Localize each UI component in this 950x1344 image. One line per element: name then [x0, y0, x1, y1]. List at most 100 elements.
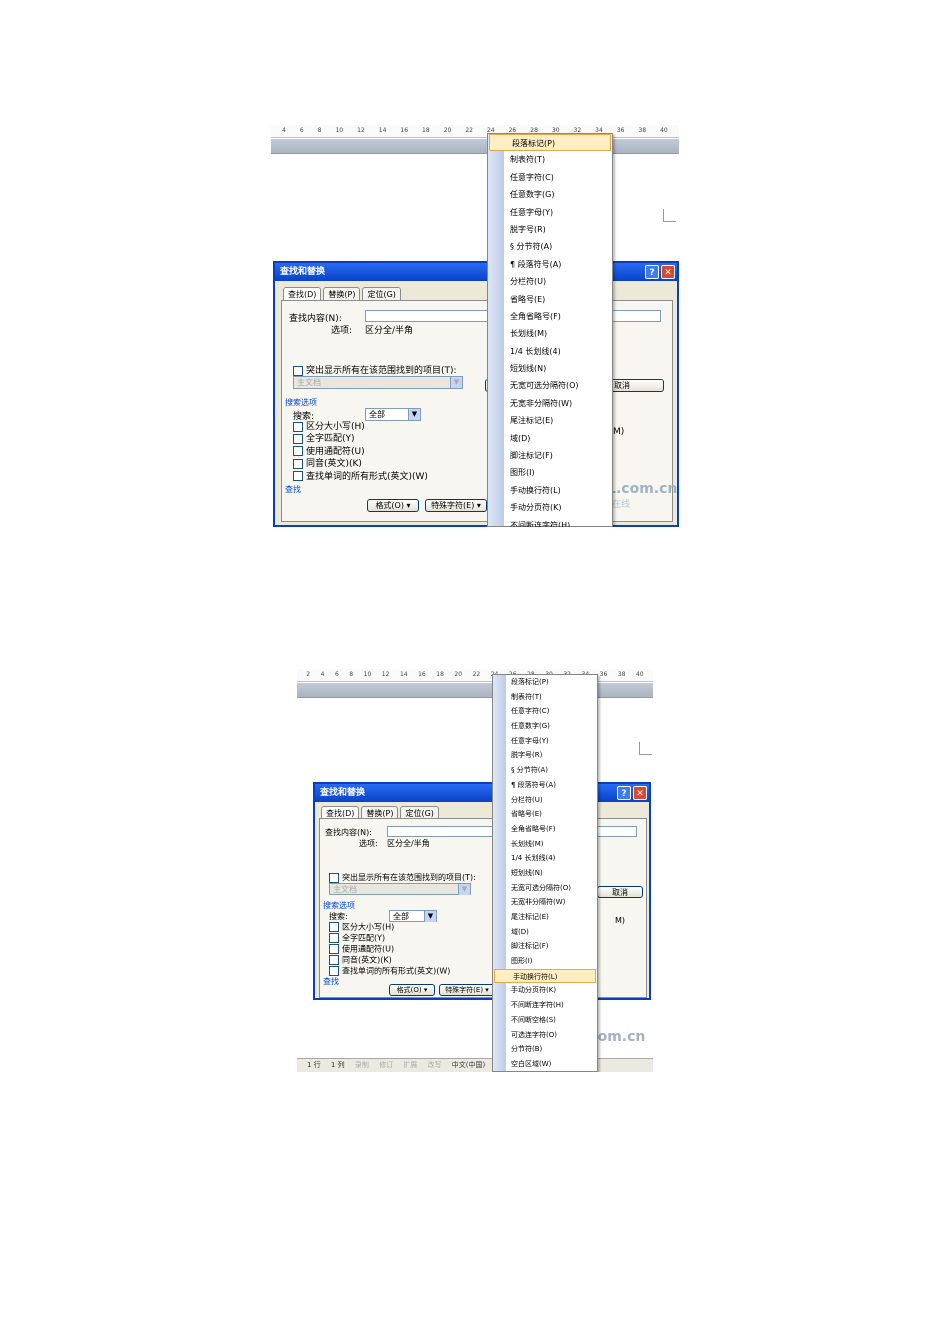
menu-item[interactable]: 脚注标记(F) [488, 447, 612, 464]
status-trk[interactable]: 修订 [379, 1061, 393, 1069]
toolbar-band [297, 683, 653, 698]
menu-item[interactable]: 脱字号(R) [488, 221, 612, 238]
menu-item[interactable]: 段落标记(P) [493, 675, 597, 690]
menu-item[interactable]: 制表符(T) [493, 690, 597, 705]
menu-item[interactable]: 省略号(E) [488, 291, 612, 308]
format-button[interactable]: 格式(O) ▾ [367, 499, 419, 512]
menu-item[interactable]: 分栏符(U) [493, 793, 597, 808]
cancel-button[interactable]: 取消 [597, 886, 643, 898]
menu-item[interactable]: 图形(I) [493, 954, 597, 969]
ruler-tick: 16 [418, 671, 426, 678]
close-icon[interactable]: ✕ [661, 265, 675, 279]
menu-item[interactable]: 域(D) [493, 925, 597, 940]
menu-item[interactable]: 脚注标记(F) [493, 939, 597, 954]
match-case-option[interactable]: 区分大小写(H) [329, 922, 450, 933]
menu-item[interactable]: 任意字母(Y) [493, 734, 597, 749]
search-direction-dropdown[interactable]: 全部 ▼ [389, 910, 437, 922]
menu-item[interactable]: 长划线(M) [488, 325, 612, 342]
menu-item[interactable]: 手动分页符(K) [493, 983, 597, 998]
menu-item[interactable]: 全角省略号(F) [488, 308, 612, 325]
menu-item[interactable]: ¶ 段落符号(A) [488, 256, 612, 273]
menu-item[interactable]: 手动换行符(L) [494, 968, 596, 984]
menu-item[interactable]: 尾注标记(E) [493, 910, 597, 925]
checkbox[interactable] [293, 458, 303, 469]
find-section-title: 查找 [285, 485, 301, 494]
highlight-checkbox[interactable] [329, 872, 339, 883]
tab-find[interactable]: 查找(D) [283, 287, 322, 301]
highlight-option[interactable]: 突出显示所有在该范围找到的项目(T): [293, 363, 457, 376]
highlight-checkbox[interactable] [293, 365, 303, 376]
search-direction-dropdown[interactable]: 全部 ▼ [365, 408, 421, 421]
menu-item[interactable]: 任意字母(Y) [488, 204, 612, 221]
word-forms-option[interactable]: 查找单词的所有形式(英文)(W) [329, 966, 450, 977]
menu-item[interactable]: 短划线(N) [493, 866, 597, 881]
status-ext[interactable]: 扩展 [403, 1061, 417, 1069]
menu-item[interactable]: 图形(I) [488, 464, 612, 481]
close-icon[interactable]: ✕ [633, 786, 647, 800]
menu-item[interactable]: 分栏符(U) [488, 273, 612, 290]
sounds-like-option[interactable]: 同音(英文)(K) [329, 955, 450, 966]
menu-item[interactable]: § 分节符(A) [493, 763, 597, 778]
status-rec[interactable]: 录制 [355, 1061, 369, 1069]
menu-item[interactable]: 分节符(B) [493, 1042, 597, 1057]
menu-item[interactable]: 长划线(M) [493, 837, 597, 852]
highlight-option[interactable]: 突出显示所有在该范围找到的项目(T): [329, 872, 476, 883]
menu-item[interactable]: 脱字号(R) [493, 748, 597, 763]
scope-dropdown[interactable]: 主文档 ▼ [293, 376, 463, 389]
dialog-title-bar: 查找和替换 ? ✕ [275, 263, 677, 281]
menu-item[interactable]: 无宽非分隔符(W) [488, 395, 612, 412]
menu-item[interactable]: 尾注标记(E) [488, 412, 612, 429]
menu-item[interactable]: 空白区域(W) [493, 1057, 597, 1072]
word-forms-option[interactable]: 查找单词的所有形式(英文)(W) [293, 471, 428, 483]
menu-item[interactable]: 无宽可选分隔符(O) [488, 377, 612, 394]
menu-item[interactable]: 不间断连字符(H) [493, 998, 597, 1013]
special-button[interactable]: 特殊字符(E) ▾ [425, 499, 487, 512]
menu-item[interactable]: 手动分页符(K) [488, 499, 612, 516]
sounds-like-option[interactable]: 同音(英文)(K) [293, 458, 428, 470]
menu-item[interactable]: 省略号(E) [493, 807, 597, 822]
format-button[interactable]: 格式(O) ▾ [389, 984, 435, 996]
menu-item[interactable]: 不间断连字符(H) [488, 517, 612, 527]
menu-item[interactable]: 段落标记(P) [489, 134, 611, 152]
menu-item[interactable]: 无宽可选分隔符(O) [493, 881, 597, 896]
status-ovr[interactable]: 改写 [428, 1061, 442, 1069]
menu-item[interactable]: 1/4 长划线(4) [488, 343, 612, 360]
menu-item[interactable]: 全角省略号(F) [493, 822, 597, 837]
menu-item[interactable]: 域(D) [488, 430, 612, 447]
menu-item[interactable]: 任意数字(G) [488, 186, 612, 203]
menu-item[interactable]: 无宽非分隔符(W) [493, 895, 597, 910]
menu-item[interactable]: 可选连字符(O) [493, 1028, 597, 1043]
whole-word-option[interactable]: 全字匹配(Y) [293, 433, 428, 445]
checkbox[interactable] [329, 955, 339, 966]
menu-item[interactable]: 手动换行符(L) [488, 482, 612, 499]
tab-goto[interactable]: 定位(G) [362, 287, 401, 301]
menu-item[interactable]: 1/4 长划线(4) [493, 851, 597, 866]
help-icon[interactable]: ? [645, 265, 659, 279]
checkbox[interactable] [329, 922, 339, 932]
menu-item[interactable]: § 分节符(A) [488, 238, 612, 255]
checkbox[interactable] [293, 433, 303, 444]
scope-dropdown[interactable]: 主文档 ▼ [329, 883, 471, 895]
menu-item[interactable]: ¶ 段落符号(A) [493, 778, 597, 793]
checkbox[interactable] [329, 933, 339, 944]
whole-word-option[interactable]: 全字匹配(Y) [329, 933, 450, 944]
checkbox[interactable] [329, 944, 339, 955]
checkbox[interactable] [293, 446, 303, 457]
cut-off-label: M) [615, 916, 626, 925]
checkbox[interactable] [293, 471, 303, 482]
wildcards-option[interactable]: 使用通配符(U) [293, 446, 428, 458]
menu-item[interactable]: 任意字符(C) [493, 704, 597, 719]
menu-item[interactable]: 制表符(T) [488, 151, 612, 168]
options-value: 区分全/半角 [365, 326, 414, 336]
checkbox[interactable] [329, 966, 339, 977]
checkbox[interactable] [293, 421, 303, 432]
menu-item[interactable]: 任意字符(C) [488, 169, 612, 186]
help-icon[interactable]: ? [617, 786, 631, 800]
menu-item[interactable]: 不间断空格(S) [493, 1013, 597, 1028]
wildcards-option[interactable]: 使用通配符(U) [329, 944, 450, 955]
match-case-option[interactable]: 区分大小写(H) [293, 421, 428, 433]
menu-item[interactable]: 任意数字(G) [493, 719, 597, 734]
menu-item[interactable]: 短划线(N) [488, 360, 612, 377]
special-button[interactable]: 特殊字符(E) ▾ [439, 984, 495, 996]
tab-replace[interactable]: 替换(P) [323, 287, 361, 301]
